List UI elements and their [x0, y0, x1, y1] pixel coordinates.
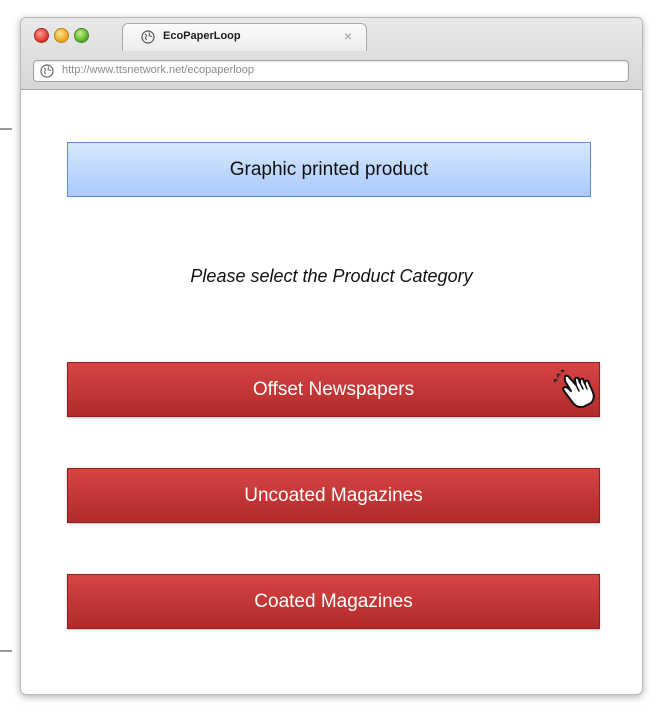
left-edge-mark-bottom	[0, 650, 12, 652]
zoom-window-button[interactable]	[74, 28, 89, 43]
coated-magazines-button[interactable]: Coated Magazines	[67, 574, 600, 629]
page-title-text: Graphic printed product	[229, 158, 429, 180]
browser-window: EcoPaperLoop × http://www.ttsnetwork.net…	[20, 17, 643, 695]
close-icon[interactable]: ×	[344, 27, 352, 45]
globe-icon	[141, 30, 155, 44]
coated-magazines-label: Coated Magazines	[254, 590, 413, 612]
address-bar[interactable]: http://www.ttsnetwork.net/ecopaperloop	[33, 60, 629, 82]
minimize-window-button[interactable]	[54, 28, 69, 43]
uncoated-magazines-label: Uncoated Magazines	[244, 484, 423, 506]
selection-prompt: Please select the Product Category	[190, 266, 473, 286]
uncoated-magazines-button[interactable]: Uncoated Magazines	[67, 468, 600, 523]
offset-newspapers-label: Offset Newspapers	[252, 378, 415, 400]
browser-toolbar: EcoPaperLoop × http://www.ttsnetwork.net…	[21, 18, 642, 90]
close-window-button[interactable]	[34, 28, 49, 43]
url-text: http://www.ttsnetwork.net/ecopaperloop	[62, 64, 254, 76]
left-edge-mark-top	[0, 128, 12, 130]
hand-pointer-icon	[553, 369, 595, 409]
tab-title: EcoPaperLoop	[163, 30, 241, 42]
offset-newspapers-button[interactable]: Offset Newspapers	[67, 362, 600, 417]
browser-tab[interactable]: EcoPaperLoop ×	[122, 23, 367, 51]
page-title: Graphic printed product	[67, 142, 591, 197]
globe-icon	[40, 64, 54, 78]
